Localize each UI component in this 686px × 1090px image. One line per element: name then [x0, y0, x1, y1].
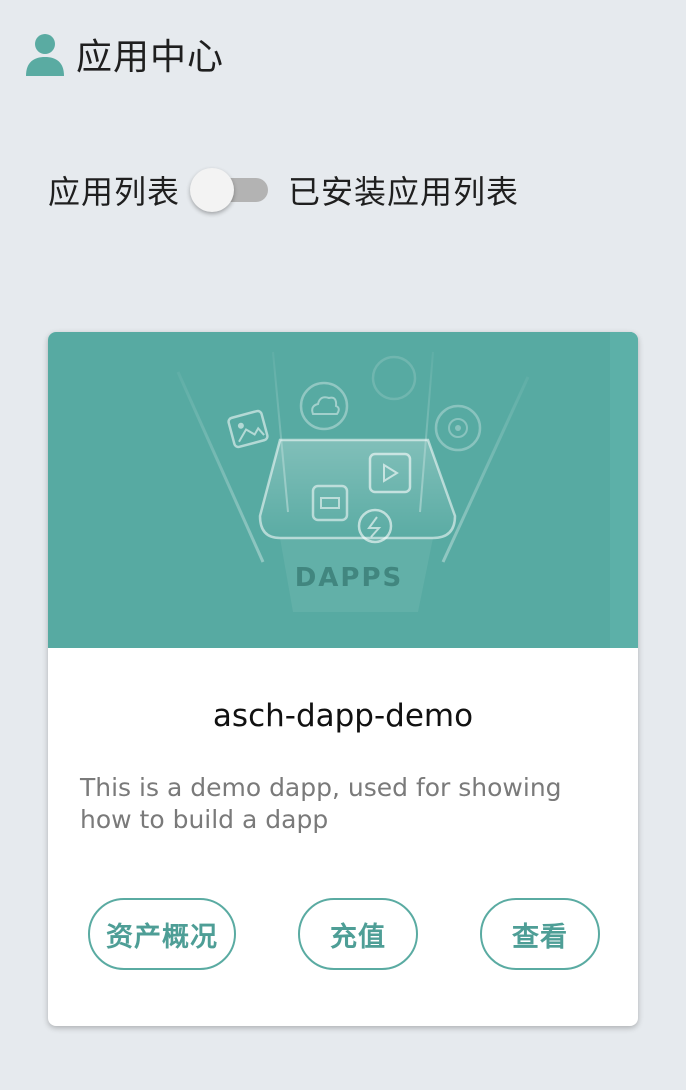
dapp-banner: DAPPS: [48, 332, 638, 648]
image-icon: [227, 409, 269, 449]
view-button[interactable]: 查看: [480, 898, 600, 970]
recharge-button[interactable]: 充值: [298, 898, 418, 970]
installed-toggle-switch[interactable]: [190, 166, 274, 214]
circle-icon: [371, 355, 417, 401]
dapp-card: DAPPS asch-dapp-demo This is a demo dapp…: [48, 332, 638, 1026]
cloud-icon: [299, 381, 349, 431]
page-header: 应用中心: [24, 26, 224, 82]
list-toggle-row: 应用列表 已安装应用列表: [48, 160, 519, 220]
user-icon: [26, 34, 64, 76]
app-list-label: 应用列表: [48, 173, 181, 211]
installed-list-label: 已安装应用列表: [288, 173, 520, 211]
app-description: This is a demo dapp, used for showing ho…: [80, 773, 562, 834]
dapps-illustration: DAPPS: [176, 332, 638, 648]
asset-overview-button[interactable]: 资产概况: [88, 898, 236, 970]
dapps-banner-text: DAPPS: [295, 563, 404, 593]
target-icon: [434, 404, 482, 452]
app-name: asch-dapp-demo: [212, 698, 474, 734]
card-actions: 资产概况 充值 查看: [48, 898, 638, 970]
page-title: 应用中心: [76, 37, 225, 78]
switch-knob[interactable]: [190, 168, 235, 212]
